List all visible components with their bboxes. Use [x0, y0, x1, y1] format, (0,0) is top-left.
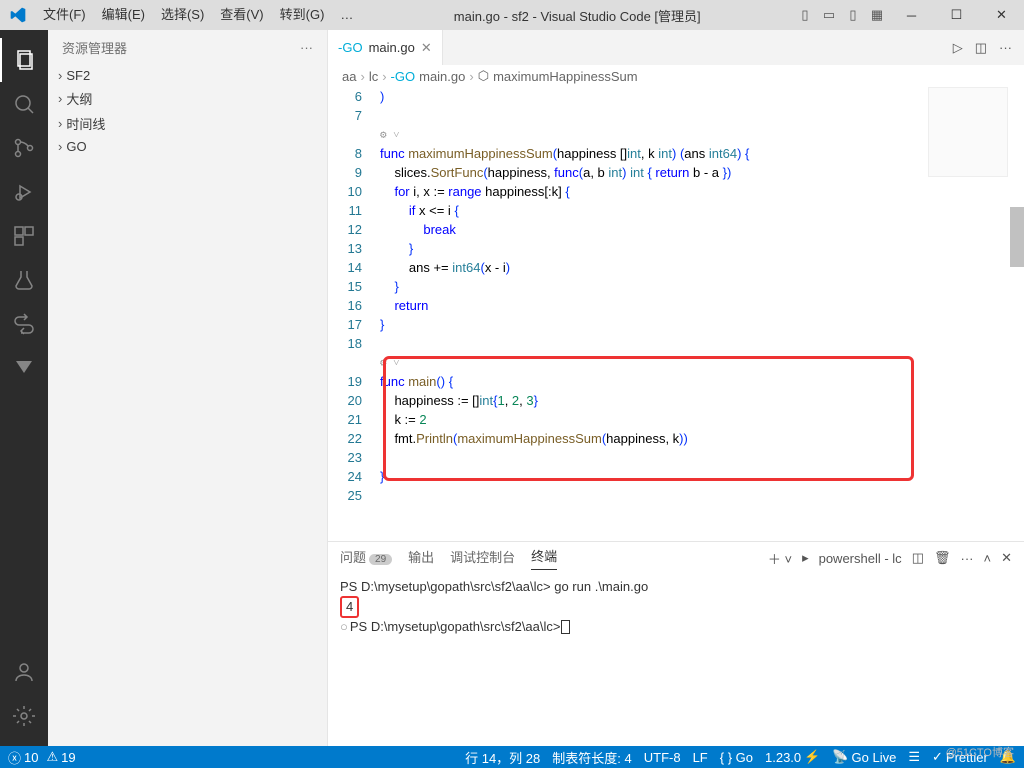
status-go-version[interactable]: 1.23.0 ⚡: [765, 749, 820, 765]
run-icon[interactable]: ▷: [953, 40, 963, 56]
status-language[interactable]: { } Go: [720, 750, 753, 765]
explorer-sidebar: 资源管理器 ··· SF2 大纲 时间线 GO: [48, 30, 328, 746]
menu-select[interactable]: 选择(S): [153, 0, 212, 30]
panel-more-icon[interactable]: ···: [961, 551, 974, 566]
new-terminal-icon[interactable]: ＋ ˅: [768, 549, 792, 568]
go-file-icon: -GO: [338, 40, 363, 55]
sidebar-title: 资源管理器 ···: [48, 30, 327, 65]
status-go-live[interactable]: 📡 Go Live: [832, 749, 896, 765]
panel: 问题29 输出 调试控制台 终端 ＋ ˅ ▸ powershell - lc ◫…: [328, 541, 1024, 746]
panel-tab-output[interactable]: 输出: [408, 547, 434, 570]
extensions-icon[interactable]: [0, 214, 48, 258]
editor-scrollbar[interactable]: [1010, 87, 1024, 541]
window-title: main.go - sf2 - Visual Studio Code [管理员]: [361, 6, 793, 25]
layout-toggle-secondary-icon[interactable]: ▯: [841, 7, 865, 23]
minimap[interactable]: [928, 87, 1008, 177]
menu-more[interactable]: …: [332, 0, 361, 30]
status-encoding[interactable]: UTF-8: [644, 750, 681, 765]
filter-icon[interactable]: [0, 346, 48, 390]
panel-tab-problems[interactable]: 问题29: [340, 547, 392, 570]
panel-tab-terminal[interactable]: 终端: [531, 546, 557, 570]
split-terminal-icon[interactable]: ◫: [912, 550, 924, 566]
sidebar-item-sf2[interactable]: SF2: [48, 65, 327, 86]
menu-goto[interactable]: 转到(G): [272, 0, 333, 30]
sidebar-more-icon[interactable]: ···: [300, 40, 313, 55]
kill-terminal-icon[interactable]: 🗑: [934, 550, 951, 566]
highlight-box: [383, 356, 914, 481]
activity-bar: [0, 30, 48, 746]
testing-icon[interactable]: [0, 258, 48, 302]
menu-view[interactable]: 查看(V): [212, 0, 271, 30]
debug-icon[interactable]: [0, 170, 48, 214]
tab-main-go[interactable]: -GO main.go ✕: [328, 30, 443, 65]
status-warnings[interactable]: ⚠ 19: [46, 749, 75, 765]
layout-customize-icon[interactable]: ▦: [865, 7, 889, 23]
sidebar-item-go[interactable]: GO: [48, 136, 327, 157]
minimize-icon[interactable]: ─: [889, 0, 934, 30]
status-eol[interactable]: LF: [693, 750, 708, 765]
maximize-icon[interactable]: ☐: [934, 0, 979, 30]
terminal-output: 4: [340, 596, 359, 618]
tab-close-icon[interactable]: ✕: [421, 40, 432, 56]
terminal[interactable]: PS D:\mysetup\gopath\src\sf2\aa\lc> go r…: [328, 574, 1024, 746]
close-icon[interactable]: ✕: [979, 0, 1024, 30]
terminal-cursor: [561, 620, 570, 634]
panel-tabs: 问题29 输出 调试控制台 终端 ＋ ˅ ▸ powershell - lc ◫…: [328, 542, 1024, 574]
terminal-shell-icon: ▸: [802, 550, 809, 566]
status-prettier-extra-icon[interactable]: ☰: [908, 749, 920, 765]
breadcrumbs[interactable]: aa› lc› -GOmain.go› ⬡maximumHappinessSum: [328, 65, 1024, 87]
sidebar-item-timeline[interactable]: 时间线: [48, 111, 327, 136]
tab-label: main.go: [369, 40, 415, 55]
sidebar-item-outline[interactable]: 大纲: [48, 86, 327, 111]
split-editor-icon[interactable]: ◫: [975, 40, 987, 56]
status-indent[interactable]: 制表符长度: 4: [552, 748, 631, 767]
menubar: 文件(F) 编辑(E) 选择(S) 查看(V) 转到(G) …: [35, 0, 361, 30]
status-bar: ⓧ 10 ⚠ 19 行 14，列 28 制表符长度: 4 UTF-8 LF { …: [0, 746, 1024, 768]
settings-gear-icon[interactable]: [0, 694, 48, 738]
editor-zone: -GO main.go ✕ ▷ ◫ ··· aa› lc› -GOmain.go…: [328, 30, 1024, 746]
menu-file[interactable]: 文件(F): [35, 0, 94, 30]
menu-edit[interactable]: 编辑(E): [94, 0, 153, 30]
code-editor[interactable]: 678910111213141516171819202122232425 ) ⚙…: [328, 87, 1024, 541]
layout-toggle-panel-icon[interactable]: ▭: [817, 7, 841, 23]
editor-tabs: -GO main.go ✕ ▷ ◫ ···: [328, 30, 1024, 65]
terminal-shell-label[interactable]: powershell - lc: [819, 551, 902, 566]
symbol-icon: ⬡: [478, 68, 489, 84]
account-icon[interactable]: [0, 650, 48, 694]
status-position[interactable]: 行 14，列 28: [465, 748, 540, 767]
vscode-icon: [0, 7, 35, 23]
layout-toggle-sidebar-icon[interactable]: ▯: [793, 7, 817, 23]
titlebar: 文件(F) 编辑(E) 选择(S) 查看(V) 转到(G) … main.go …: [0, 0, 1024, 30]
panel-tab-debug[interactable]: 调试控制台: [450, 547, 515, 570]
panel-close-icon[interactable]: ✕: [1001, 550, 1012, 566]
go-activity-icon[interactable]: [0, 302, 48, 346]
more-actions-icon[interactable]: ···: [999, 40, 1012, 55]
watermark: @51CTO博客: [946, 744, 1014, 762]
panel-maximize-icon[interactable]: ˄: [984, 551, 992, 566]
search-icon[interactable]: [0, 82, 48, 126]
status-errors[interactable]: ⓧ 10: [8, 748, 38, 767]
explorer-icon[interactable]: [0, 38, 48, 82]
source-control-icon[interactable]: [0, 126, 48, 170]
